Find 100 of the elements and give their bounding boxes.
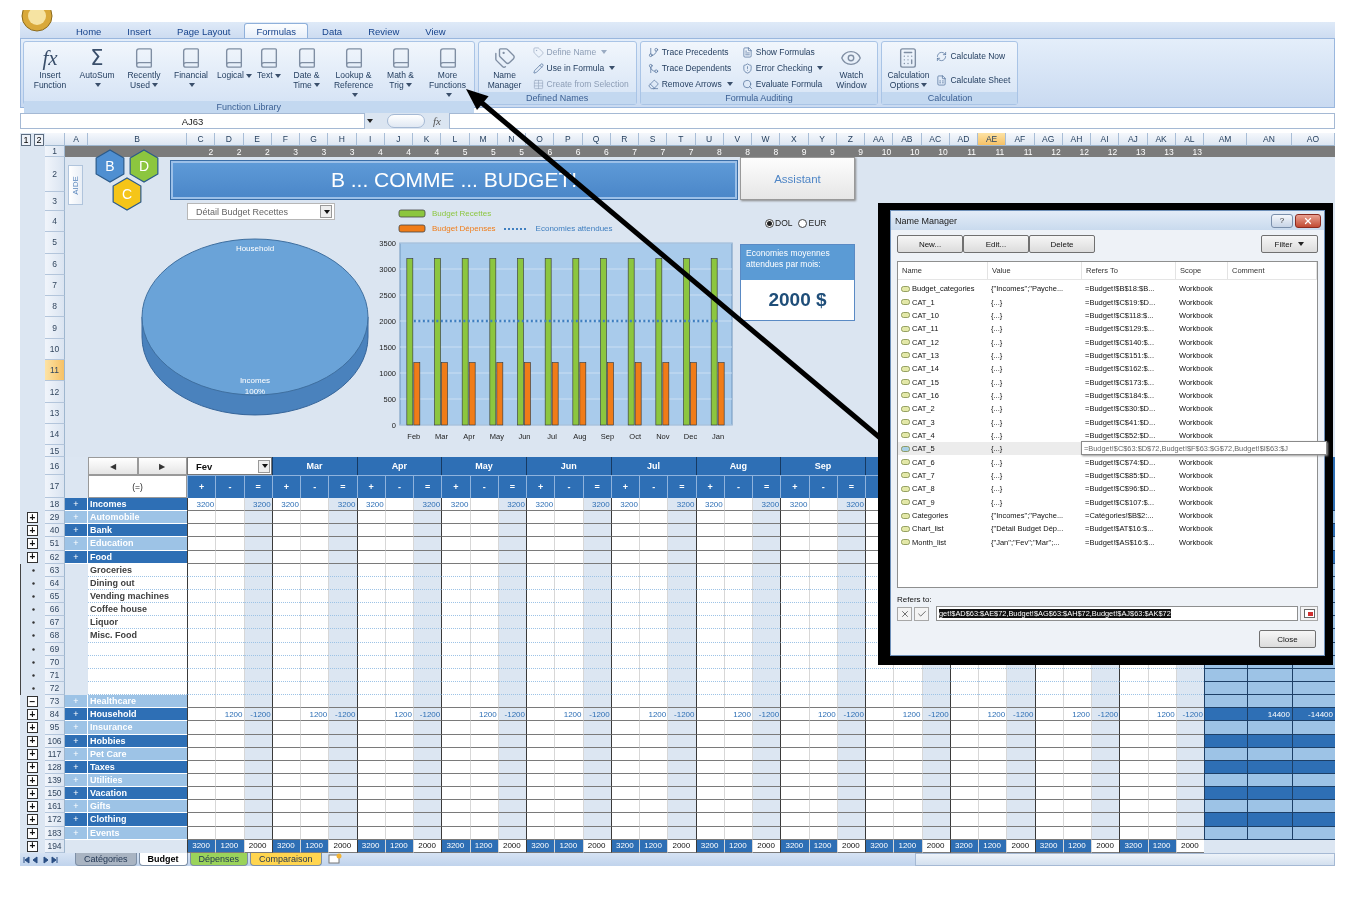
ribbon-button[interactable]: Use in Formula — [530, 60, 631, 76]
column-header[interactable]: AC — [921, 133, 950, 146]
dialog-button[interactable]: Edit... — [963, 235, 1029, 253]
row-header[interactable]: 15 — [45, 445, 65, 458]
chart-selector[interactable]: Détail Budget Recettes — [187, 203, 335, 220]
ribbon-button[interactable]: Evaluate Formula — [739, 76, 826, 92]
currency-radio[interactable]: EUR — [798, 218, 827, 228]
column-header[interactable]: C — [187, 133, 216, 146]
dialog-button[interactable]: Delete — [1029, 235, 1095, 253]
outline-button[interactable]: + — [27, 512, 38, 524]
ribbon-button[interactable]: Math & Trig — [377, 44, 424, 101]
filter-button[interactable]: Filter — [1261, 235, 1318, 253]
help-tab[interactable]: AIDE — [68, 165, 83, 205]
outline-button[interactable]: + — [27, 735, 38, 747]
expand-button[interactable]: + — [65, 787, 88, 801]
column-header[interactable]: Z — [836, 133, 865, 146]
outline-level-button[interactable]: 1 — [21, 133, 31, 146]
ribbon-button[interactable]: Remove Arrows — [645, 76, 735, 92]
ribbon-tab[interactable]: Formulas — [244, 23, 309, 38]
ribbon-button[interactable]: Lookup & Reference — [330, 44, 377, 101]
column-header[interactable]: W — [752, 133, 781, 146]
column-header[interactable]: AK — [1147, 133, 1176, 146]
column-header[interactable]: P — [554, 133, 583, 146]
ribbon-button[interactable]: Error Checking — [739, 60, 826, 76]
row-header[interactable]: 7 — [45, 274, 65, 297]
ribbon-button[interactable]: Recently Used — [121, 44, 167, 101]
column-header[interactable]: AO — [1292, 133, 1335, 146]
column-header[interactable]: AL — [1175, 133, 1204, 146]
column-header[interactable]: AB — [893, 133, 922, 146]
column-header[interactable]: F — [271, 133, 300, 146]
ribbon-button[interactable]: More Functions — [424, 44, 471, 101]
ribbon-button[interactable]: Calculate Now — [934, 48, 1013, 64]
help-button[interactable]: ? — [1271, 213, 1293, 228]
ribbon-button[interactable]: Calculate Sheet — [934, 72, 1013, 88]
row-header[interactable]: 3 — [45, 192, 65, 211]
ribbon-button[interactable]: Text — [254, 44, 283, 101]
close-dialog-button[interactable]: Close — [1259, 630, 1316, 648]
outline-button[interactable]: + — [27, 775, 38, 786]
column-header[interactable]: V — [723, 133, 752, 146]
expand-button[interactable]: + — [65, 708, 88, 722]
row-header[interactable]: 12 — [45, 381, 65, 403]
expand-button[interactable]: + — [65, 524, 88, 538]
column-header[interactable]: AE — [978, 133, 1007, 146]
ribbon-button[interactable]: fx Insert Function — [27, 44, 73, 101]
column-header[interactable]: AG — [1034, 133, 1063, 146]
ribbon-button[interactable]: Watch Window — [828, 44, 875, 92]
outline-button[interactable]: + — [27, 788, 38, 800]
row-header[interactable]: 161 — [45, 800, 65, 814]
currency-radio[interactable]: DOL — [765, 218, 793, 228]
column-header[interactable]: AF — [1006, 133, 1035, 146]
name-box[interactable]: AJ63 — [20, 113, 365, 129]
outline-button[interactable]: + — [27, 840, 38, 852]
row-header[interactable]: 18 — [45, 498, 65, 512]
outline-button[interactable]: + — [27, 827, 38, 839]
outline-button[interactable]: + — [27, 709, 38, 721]
column-header[interactable]: AJ — [1119, 133, 1148, 146]
column-header[interactable]: U — [695, 133, 724, 146]
expand-button[interactable]: + — [65, 498, 88, 512]
outline-button[interactable]: + — [27, 538, 38, 550]
outline-button[interactable]: + — [27, 551, 38, 563]
row-header[interactable]: 16 — [45, 457, 65, 475]
ribbon-button[interactable]: Name Manager — [481, 44, 528, 92]
row-header[interactable]: 67 — [45, 616, 65, 630]
row-header[interactable]: 8 — [45, 296, 65, 318]
column-header[interactable]: A — [65, 133, 88, 146]
column-header[interactable]: AD — [949, 133, 978, 146]
column-header[interactable]: L — [441, 133, 470, 146]
row-header[interactable]: 6 — [45, 253, 65, 275]
column-header[interactable]: AA — [865, 133, 894, 146]
ribbon-tab[interactable]: Insert — [115, 23, 164, 38]
column-header[interactable]: T — [667, 133, 696, 146]
row-header[interactable]: 17 — [45, 475, 65, 498]
outline-level-button[interactable]: 2 — [34, 133, 44, 146]
column-header[interactable]: I — [356, 133, 385, 146]
row-header[interactable]: 11 — [45, 360, 65, 382]
column-header[interactable]: AM — [1204, 133, 1247, 146]
outline-button[interactable]: + — [27, 814, 38, 826]
column-header[interactable]: Q — [582, 133, 611, 146]
nav-button[interactable]: ◀ — [88, 457, 138, 475]
ribbon-button[interactable]: Show Formulas — [739, 44, 826, 60]
row-header[interactable]: 95 — [45, 721, 65, 735]
ribbon-tab[interactable]: View — [413, 23, 458, 38]
ribbon-tab[interactable]: Home — [64, 23, 114, 38]
row-header[interactable]: 5 — [45, 232, 65, 254]
ribbon-button[interactable]: Date & Time — [283, 44, 330, 101]
column-header[interactable]: AH — [1062, 133, 1091, 146]
outline-button[interactable]: + — [27, 722, 38, 734]
row-header[interactable]: 9 — [45, 317, 65, 339]
ribbon-button[interactable]: Logical — [215, 44, 254, 101]
outline-button[interactable]: − — [27, 696, 38, 708]
column-header[interactable]: AN — [1247, 133, 1292, 146]
expand-button[interactable]: + — [65, 813, 88, 827]
month-dropdown[interactable]: Fev — [187, 457, 272, 475]
nav-button[interactable]: ▶ — [137, 457, 187, 475]
column-header[interactable]: AI — [1091, 133, 1120, 146]
ribbon-button[interactable]: Trace Dependents — [645, 60, 735, 76]
row-header[interactable]: 73 — [45, 695, 65, 709]
ribbon-tab[interactable]: Review — [356, 23, 412, 38]
row-header[interactable]: 68 — [45, 629, 65, 643]
column-header[interactable]: X — [780, 133, 809, 146]
